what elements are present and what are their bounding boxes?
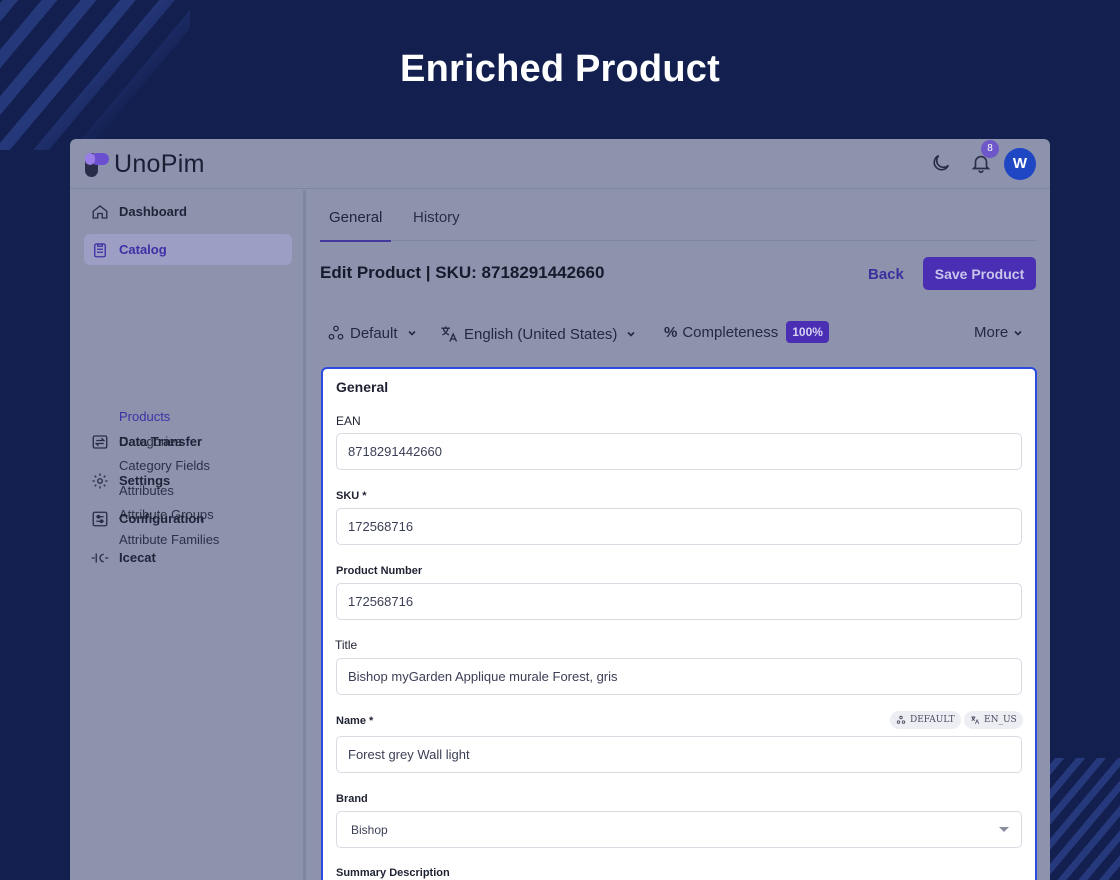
percent-icon: %: [664, 323, 678, 341]
sidebar-item-icecat[interactable]: Icecat: [84, 542, 292, 573]
hero-title: Enriched Product: [400, 48, 720, 90]
name-input[interactable]: Forest grey Wall light: [336, 736, 1022, 773]
sku-input[interactable]: 172568716: [336, 508, 1022, 545]
sidebar-item-dashboard[interactable]: Dashboard: [84, 196, 292, 227]
title-label: Title: [335, 638, 358, 652]
channel-icon: [327, 324, 345, 342]
sidebar-item-catalog[interactable]: Catalog: [84, 234, 292, 265]
sidebar-item-label: Dashboard: [119, 204, 187, 219]
app-window: UnoPim 8 W Dashboard Catalog Products Ca…: [70, 139, 1050, 880]
save-product-button[interactable]: Save Product: [923, 257, 1036, 290]
sliders-icon: [90, 509, 110, 529]
channel-switcher[interactable]: Default: [327, 324, 418, 342]
sidebar-item-label: Icecat: [119, 550, 156, 565]
dark-mode-icon[interactable]: [930, 152, 952, 179]
brand-select[interactable]: Bishop: [336, 811, 1022, 848]
app-name: UnoPim: [114, 150, 205, 178]
sidebar-subitem-products[interactable]: Products: [119, 409, 170, 424]
general-section-panel: General EAN 8718291442660 SKU * 17256871…: [321, 367, 1037, 880]
back-button[interactable]: Back: [868, 266, 904, 283]
chevron-down-icon: [1012, 327, 1024, 339]
sidebar-item-label: Settings: [119, 473, 171, 488]
gear-icon: [90, 471, 110, 491]
caret-down-icon: [999, 827, 1009, 832]
sidebar-item-configuration[interactable]: Configuration: [84, 503, 292, 534]
chip-label: EN_US: [984, 715, 1017, 725]
completeness-label: Completeness: [682, 323, 779, 341]
decorative-stripes-bottom-right: [1048, 758, 1120, 880]
more-menu[interactable]: More: [974, 324, 1024, 341]
tab-history[interactable]: History: [413, 209, 460, 226]
brand-selected-value: Bishop: [351, 822, 388, 837]
locale-switcher[interactable]: English (United States): [439, 324, 637, 344]
sidebar-item-label: Configuration: [119, 511, 205, 526]
completeness-indicator[interactable]: % Completeness 100%: [664, 321, 829, 343]
top-bar: UnoPim 8 W: [70, 139, 1050, 189]
channel-label: Default: [350, 324, 398, 342]
sidebar-item-data-transfer[interactable]: Data Transfer: [84, 426, 292, 457]
translate-icon: [439, 324, 459, 344]
product-number-input[interactable]: 172568716: [336, 583, 1022, 620]
sidebar-item-label: Catalog: [119, 242, 167, 257]
more-label: More: [974, 324, 1009, 341]
notification-count-badge: 8: [981, 140, 999, 158]
sidebar-item-label: Data Transfer: [119, 434, 203, 449]
translate-icon: [970, 715, 980, 725]
icecat-icon: [90, 548, 110, 568]
chevron-down-icon: [625, 328, 637, 340]
locale-scope-chip: EN_US: [964, 711, 1023, 729]
title-input[interactable]: Bishop myGarden Applique murale Forest, …: [336, 658, 1022, 695]
ean-input[interactable]: 8718291442660: [336, 433, 1022, 470]
ean-label: EAN: [336, 414, 361, 428]
sidebar-item-settings[interactable]: Settings: [84, 465, 292, 496]
section-title: General: [336, 379, 389, 395]
transfer-icon: [90, 432, 110, 452]
home-icon: [90, 202, 110, 222]
brand-label: Brand: [336, 793, 368, 805]
unopim-logo-icon: [84, 152, 110, 178]
tab-bar: General History: [320, 190, 1036, 242]
completeness-badge: 100%: [786, 321, 829, 343]
chip-label: DEFAULT: [910, 715, 955, 725]
chevron-down-icon: [406, 327, 418, 339]
tab-general[interactable]: General: [320, 209, 392, 242]
sidebar: Dashboard Catalog Products Categories Ca…: [70, 190, 306, 880]
app-logo[interactable]: UnoPim: [84, 150, 205, 179]
locale-label: English (United States): [464, 325, 618, 343]
clipboard-icon: [90, 240, 110, 260]
name-label: Name *: [336, 715, 374, 727]
channel-scope-chip: DEFAULT: [890, 711, 961, 729]
product-number-label: Product Number: [336, 565, 423, 577]
user-avatar[interactable]: W: [1004, 148, 1036, 180]
sku-label: SKU *: [336, 490, 367, 502]
channel-icon: [896, 715, 906, 725]
main-content: General History Edit Product | SKU: 8718…: [320, 190, 1037, 880]
summary-description-label: Summary Description: [336, 867, 450, 879]
page-title: Edit Product | SKU: 8718291442660: [320, 263, 605, 282]
